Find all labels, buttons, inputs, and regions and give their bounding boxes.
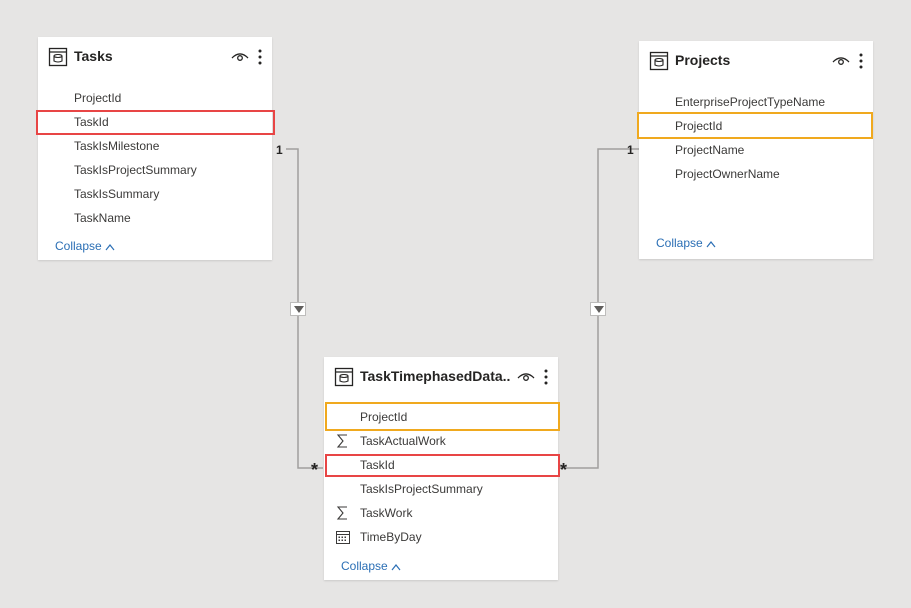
table-title: TaskTimephasedData... (360, 368, 510, 384)
more-options-icon[interactable] (258, 48, 262, 66)
more-options-icon[interactable] (859, 52, 863, 70)
field-label: TaskIsProjectSummary (74, 163, 197, 177)
collapse-link[interactable]: Collapse (55, 239, 115, 253)
field-row[interactable]: ProjectName (639, 138, 873, 162)
field-row[interactable]: TaskWork (324, 501, 558, 525)
field-label: ProjectId (74, 91, 122, 105)
field-label: EnterpriseProjectTypeName (675, 95, 826, 109)
field-label: TaskIsMilestone (74, 139, 160, 153)
collapse-label: Collapse (656, 236, 703, 250)
chevron-up-icon (391, 563, 401, 571)
field-label: TimeByDay (360, 530, 422, 544)
table-icon (334, 367, 354, 387)
field-row[interactable]: TaskIsMilestone (38, 134, 272, 158)
field-row[interactable]: TaskActualWork (324, 429, 558, 453)
field-label: TaskName (74, 211, 131, 225)
projects-table-header[interactable]: Projects (639, 41, 873, 81)
field-row[interactable]: TaskIsSummary (38, 182, 272, 206)
projects-table-card[interactable]: Projects EnterpriseProjectTypeName Proje… (639, 41, 873, 259)
table-title: Tasks (74, 48, 113, 64)
collapse-label: Collapse (55, 239, 102, 253)
field-label: TaskWork (360, 506, 413, 520)
highlight-ttd-projectid (325, 402, 560, 431)
chevron-up-icon (706, 240, 716, 248)
field-row[interactable]: EnterpriseProjectTypeName (639, 90, 873, 114)
highlight-ttd-taskid (325, 454, 560, 477)
table-title: Projects (675, 52, 731, 68)
field-row[interactable]: TaskName (38, 206, 272, 230)
field-label: TaskActualWork (360, 434, 446, 448)
triangle-down-icon (294, 306, 304, 313)
field-label: TaskIsSummary (74, 187, 160, 201)
filter-direction-arrow-tasks[interactable] (290, 302, 306, 316)
field-label: TaskIsProjectSummary (360, 482, 483, 496)
chevron-up-icon (105, 243, 115, 251)
eye-icon[interactable] (832, 55, 850, 67)
ttd-table-header[interactable]: TaskTimephasedData... (324, 357, 558, 397)
collapse-link[interactable]: Collapse (341, 559, 401, 573)
cardinality-one-projects: 1 (627, 143, 634, 157)
highlight-tasks-taskid (36, 110, 275, 135)
field-row[interactable]: TaskIsProjectSummary (38, 158, 272, 182)
sigma-icon (336, 506, 347, 520)
field-row[interactable]: TaskIsProjectSummary (324, 477, 558, 501)
calendar-icon (336, 531, 350, 544)
highlight-projects-projectid (637, 112, 873, 139)
field-row[interactable]: ProjectOwnerName (639, 162, 873, 186)
sigma-icon (336, 434, 347, 448)
field-row[interactable]: ProjectId (38, 86, 272, 110)
collapse-label: Collapse (341, 559, 388, 573)
triangle-down-icon (594, 306, 604, 313)
table-icon (48, 47, 68, 67)
field-row[interactable]: TimeByDay (324, 525, 558, 549)
eye-icon[interactable] (231, 51, 249, 63)
eye-icon[interactable] (517, 371, 535, 383)
table-icon (649, 51, 669, 71)
field-label: ProjectName (675, 143, 745, 157)
collapse-link[interactable]: Collapse (656, 236, 716, 250)
cardinality-many-projects: * (560, 460, 568, 480)
field-label: ProjectOwnerName (675, 167, 780, 181)
cardinality-one-tasks: 1 (276, 143, 283, 157)
more-options-icon[interactable] (544, 368, 548, 386)
tasks-table-header[interactable]: Tasks (38, 37, 272, 77)
cardinality-many-tasks: * (311, 460, 319, 480)
filter-direction-arrow-projects[interactable] (590, 302, 606, 316)
tasks-table-card[interactable]: Tasks ProjectId TaskId TaskIsMilestone T… (38, 37, 272, 260)
